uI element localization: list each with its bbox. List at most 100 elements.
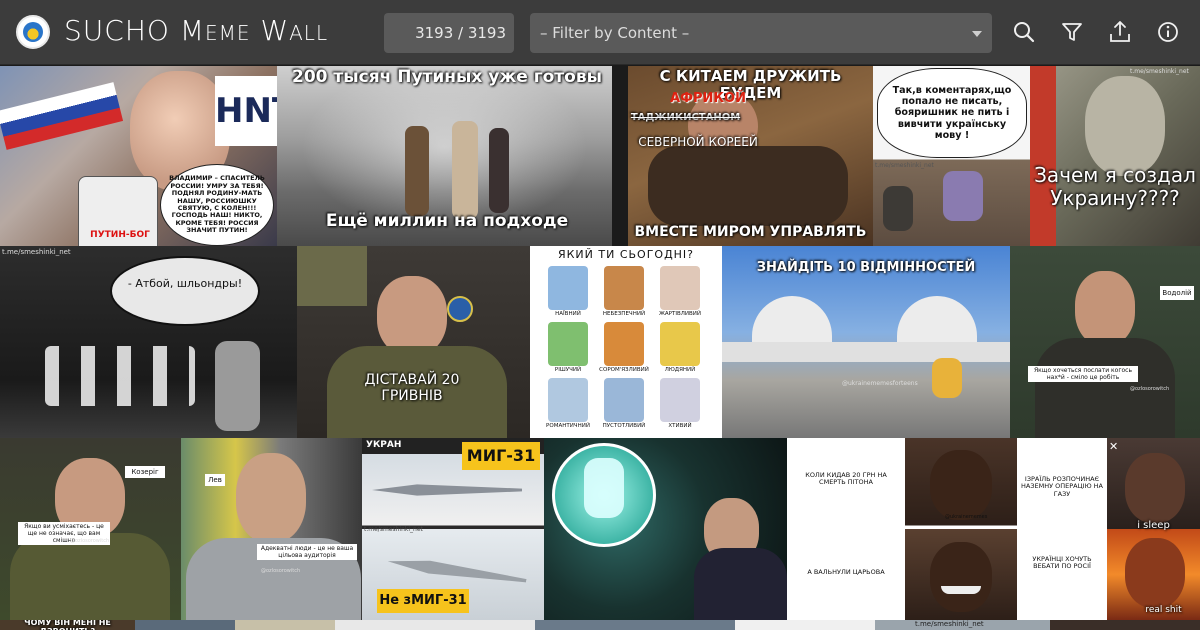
meme-tile-clones[interactable]: 200 тысяч Путиных уже готовы Ещё миллин … xyxy=(277,66,612,246)
cleaner-figure xyxy=(215,341,260,431)
speech-bubble: ВЛАДИМИР – СПАСИТЕЛЬ РОССИИ! УМРУ ЗА ТЕБ… xyxy=(160,164,274,246)
caption-line-4: СЕВЕРНОЙ КОРЕЕЙ xyxy=(638,135,758,149)
meme-tile-comments-rules[interactable]: Так,в коментарях,що попало не писать, бо… xyxy=(873,66,1030,246)
meme-tile-lenin-statue[interactable]: Зачем я создал Украину???? t.me/smeshink… xyxy=(1030,66,1200,246)
caption: ЧОМУ ВІН МЕНІ НЕ ДЗВОНИТЬ? xyxy=(24,620,111,630)
search-icon xyxy=(1014,22,1035,43)
meme-tile-mascot-mood[interactable]: ЯКИЙ ТИ СЬОГОДНІ? НАЇВНИЙ НЕБЕЗПЕЧНИЙ ЖАРТ… xyxy=(530,246,722,438)
sign-label: Козеріг xyxy=(125,466,165,478)
caption-bottom: УКРАЇНЦІ ХОЧУТЬ ВЕБАТИ ПО РОСІЇ xyxy=(1032,555,1092,571)
info-button[interactable] xyxy=(1155,19,1181,45)
meme-tile-arestovych-leo[interactable]: Лев Адекватні люди - це не ваша цільова … xyxy=(181,438,362,620)
jet-shape xyxy=(372,484,522,496)
smile xyxy=(941,586,981,594)
meme-tile-row4-c[interactable] xyxy=(235,620,335,630)
caption-top: МИГ-31 xyxy=(462,442,540,470)
emblem-icon xyxy=(447,296,473,322)
uniform xyxy=(10,533,170,620)
face-bottom xyxy=(930,542,992,612)
wrecked-jet-shape xyxy=(387,553,528,588)
meme-tile-china-friendship[interactable]: С КИТАЕМ ДРУЖИТЬ БУДЕМ АФРИКОЙ ТАДЖИКИСТ… xyxy=(628,66,873,246)
robe xyxy=(694,548,787,620)
mascot-label: НАЇВНИЙ xyxy=(555,311,581,317)
watermark: @ukrainememesforteens xyxy=(842,380,918,387)
watermark: t.me/smeshinki_net xyxy=(364,526,423,533)
mascot-label: НЕБЕЗПЕЧНИЙ xyxy=(602,311,646,317)
meme-tile-mig-31[interactable]: УКРАН МИГ-31 Не зМИГ-31 t.me/smeshinki_n… xyxy=(362,438,544,620)
watermark: @ozlosorowitch xyxy=(261,568,301,574)
mascot-label: ХТИВИЙ xyxy=(668,423,692,429)
search-button[interactable] xyxy=(1011,19,1037,45)
caption-line-3: ТАДЖИКИСТАНОМ xyxy=(630,112,741,123)
speech-bubble: Так,в коментарях,що попало не писать, бо… xyxy=(877,68,1027,158)
meme-tile-row4-f[interactable] xyxy=(735,620,875,630)
chevron-down-icon xyxy=(972,31,982,37)
meme-tile-zelensky-aquarius[interactable]: Водолій Якщо хочеться послати когось нах… xyxy=(1010,246,1200,438)
info-icon xyxy=(1158,22,1178,42)
caption: ЗНАЙДІТЬ 10 ВІДМІННОСТЕЙ xyxy=(756,260,976,275)
caption-bottom: real shit xyxy=(1145,605,1182,615)
meme-tile-ballet[interactable]: - Атбой, шльондры! t.me/smeshinki_net xyxy=(0,246,297,438)
meme-tile-israel-operation[interactable]: ІЗРАЇЛЬ РОЗПОЧИНАЄ НАЗЕМНУ ОПЕРАЦІЮ НА Г… xyxy=(1017,438,1107,620)
meme-counter[interactable]: 3193 / 3193 xyxy=(384,13,514,53)
meme-tile-row4-d[interactable] xyxy=(335,620,535,630)
caption: Зачем я создал Украину???? xyxy=(1034,163,1196,210)
meme-tile-i-sleep[interactable]: ✕ i sleep real shit xyxy=(1107,438,1200,620)
figure-3 xyxy=(489,128,509,213)
watermark: @ukrainememes xyxy=(945,514,988,520)
meme-tile-smiling-man[interactable]: @ukrainememes xyxy=(905,438,1017,620)
share-button[interactable] xyxy=(1107,19,1133,45)
meme-tile-patronus-dog[interactable] xyxy=(544,438,787,620)
title-part-meme-rest: EME xyxy=(205,21,251,45)
caption-bottom: ВМЕСТЕ МИРОМ УПРАВЛЯТЬ xyxy=(634,224,867,240)
sign-board: HNT xyxy=(215,76,277,146)
meme-tile-budanov-capricorn[interactable]: Козеріг Якщо ви усміхаєтесь - це ще не о… xyxy=(0,438,181,620)
lion-figure xyxy=(932,358,962,398)
figure-2 xyxy=(452,121,478,219)
title-part-wall-rest: ALL xyxy=(289,21,329,45)
content-filter-select[interactable]: – Filter by Content – xyxy=(530,13,992,53)
dancers xyxy=(45,346,195,406)
painting xyxy=(297,246,367,306)
watermark: @ozlosorowitch xyxy=(70,538,110,544)
face-shape xyxy=(1075,271,1135,346)
sign-label: Лев xyxy=(205,474,225,486)
meme-tile-row4-b[interactable] xyxy=(135,620,235,630)
mascot-label: ЖАРТІВЛИВИЙ xyxy=(658,311,701,317)
caption-line-2: АФРИКОЙ xyxy=(670,91,746,106)
upload-icon xyxy=(1110,21,1130,42)
mascot-label: ПУСТОТЛИВИЙ xyxy=(602,423,646,429)
caption: ДІСТАВАЙ 20 ГРИВНІВ xyxy=(364,372,460,405)
sucho-logo[interactable] xyxy=(16,15,50,49)
meme-tile-python-joke[interactable]: КОЛИ КИДАВ 20 ГРН НА СМЕРТЬ ПІТОНА А ВАЛ… xyxy=(787,438,905,620)
meme-tile-putin-god[interactable]: HNT ВЛАДИМИР – СПАСИТЕЛЬ РОССИИ! УМРУ ЗА… xyxy=(0,66,277,246)
caption-bottom: Ещё миллин на подходе xyxy=(325,211,569,231)
flag-shape xyxy=(0,82,124,150)
meme-tile-row4-e[interactable] xyxy=(535,620,735,630)
caption-top: ІЗРАЇЛЬ РОЗПОЧИНАЄ НАЗЕМНУ ОПЕРАЦІЮ НА Г… xyxy=(1021,475,1103,498)
subtitle: Адекватні люди - це не ваша цільова ауди… xyxy=(257,544,357,560)
filter-label: – Filter by Content – xyxy=(540,24,690,42)
mascot-label: СОРОМ'ЯЗЛИВИЙ xyxy=(599,367,649,373)
mascot-cell xyxy=(660,322,700,366)
app-title: SUCHO MEME WALL xyxy=(64,14,328,47)
filter-button[interactable] xyxy=(1059,19,1085,45)
close-icon[interactable]: ✕ xyxy=(1109,440,1118,453)
meme-tile-row4-g[interactable]: t.me/smeshinki_net xyxy=(875,620,1050,630)
meme-tile-budanov-20-uah[interactable]: ДІСТАВАЙ 20 ГРИВНІВ xyxy=(297,246,530,438)
watermark: t.me/smeshinki_net xyxy=(2,248,71,256)
statue-head xyxy=(1085,76,1165,176)
meme-tile-row4-h[interactable] xyxy=(1050,620,1200,630)
mascot-cell xyxy=(604,266,644,310)
logo-emblem xyxy=(23,22,43,42)
title-part-meme-initial: M xyxy=(179,14,205,47)
mascot-label: ЛЮДЯНИЙ xyxy=(664,367,696,373)
watermark: t.me/smeshinki_net xyxy=(875,162,934,169)
caption-top: 200 тысяч Путиных уже готовы xyxy=(292,67,602,87)
mascot-cell xyxy=(548,266,588,310)
meme-tile-why-no-call[interactable]: ЧОМУ ВІН МЕНІ НЕ ДЗВОНИТЬ? xyxy=(0,620,135,630)
figure-left xyxy=(883,186,913,231)
meme-tile-find-differences[interactable]: ЗНАЙДІТЬ 10 ВІДМІННОСТЕЙ @ukrainememesfo… xyxy=(722,246,1010,438)
mascot-cell xyxy=(604,378,644,422)
filter-icon xyxy=(1062,23,1082,41)
